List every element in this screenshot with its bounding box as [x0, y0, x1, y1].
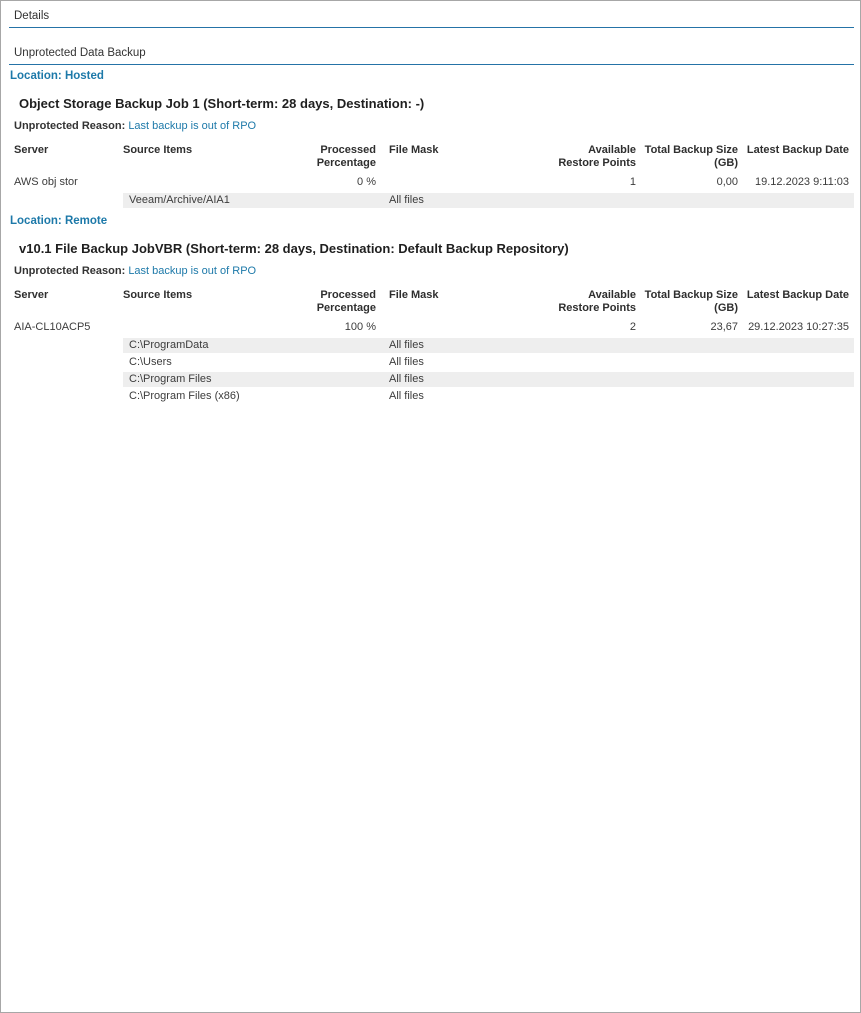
source-items-cell: [123, 175, 301, 190]
available-restore-points-value: 1: [556, 175, 636, 190]
server-name: AIA-CL10ACP5: [14, 320, 123, 335]
processed-percentage-value: 0 %: [301, 175, 376, 190]
unprotected-reason-row: Unprotected Reason: Last backup is out o…: [14, 120, 854, 132]
server-name: AWS obj stor: [14, 175, 123, 190]
table-row: AWS obj stor 0 % 1 0,00 19.12.2023 9:11:…: [14, 175, 854, 190]
list-item: Veeam/Archive/AIA1 All files: [123, 193, 854, 208]
table-row: AIA-CL10ACP5 100 % 2 23,67 29.12.2023 10…: [14, 320, 854, 335]
available-restore-points-value: 2: [556, 320, 636, 335]
latest-backup-date-value: 29.12.2023 10:27:35: [738, 320, 849, 335]
col-header-processed-percentage: Processed Percentage: [301, 289, 376, 315]
col-header-available-restore-points: Available Restore Points: [556, 144, 636, 170]
col-header-available-restore-points: Available Restore Points: [556, 289, 636, 315]
table-header-row: Server Source Items Processed Percentage…: [14, 144, 854, 170]
file-mask-value: All files: [389, 389, 854, 404]
col-header-server: Server: [14, 144, 123, 170]
col-header-latest-backup-date: Latest Backup Date: [738, 289, 849, 315]
col-header-file-mask: File Mask: [376, 289, 556, 315]
report-content: Details Unprotected Data Backup Location…: [1, 1, 860, 404]
list-item: C:\Users All files: [123, 355, 854, 370]
source-item-path: C:\Program Files (x86): [129, 389, 389, 404]
total-backup-size-value: 23,67: [636, 320, 738, 335]
file-mask-value: All files: [389, 193, 854, 208]
latest-backup-date-value: 19.12.2023 9:11:03: [738, 175, 849, 190]
file-mask-value: All files: [389, 355, 854, 370]
unprotected-reason-link[interactable]: Last backup is out of RPO: [128, 120, 256, 132]
list-item: C:\Program Files All files: [123, 372, 854, 387]
col-header-total-backup-size: Total Backup Size (GB): [636, 289, 738, 315]
unprotected-reason-row: Unprotected Reason: Last backup is out o…: [14, 265, 854, 277]
col-header-latest-backup-date: Latest Backup Date: [738, 144, 849, 170]
total-backup-size-value: 0,00: [636, 175, 738, 190]
col-header-source-items: Source Items: [123, 289, 301, 315]
unprotected-data-backup-section-title: Unprotected Data Backup: [9, 47, 854, 65]
details-section-title: Details: [9, 10, 854, 28]
source-item-path: Veeam/Archive/AIA1: [129, 193, 389, 208]
table-header-row: Server Source Items Processed Percentage…: [14, 289, 854, 315]
file-mask-value: All files: [389, 338, 854, 353]
col-header-server: Server: [14, 289, 123, 315]
file-mask-cell: [376, 175, 556, 190]
file-mask-cell: [376, 320, 556, 335]
source-item-path: C:\Users: [129, 355, 389, 370]
processed-percentage-value: 100 %: [301, 320, 376, 335]
unprotected-reason-label: Unprotected Reason:: [14, 120, 125, 132]
source-item-path: C:\ProgramData: [129, 338, 389, 353]
source-items-list: C:\ProgramData All files C:\Users All fi…: [123, 338, 854, 404]
list-item: C:\ProgramData All files: [123, 338, 854, 353]
list-item: C:\Program Files (x86) All files: [123, 389, 854, 404]
unprotected-reason-link[interactable]: Last backup is out of RPO: [128, 265, 256, 277]
report-details-page: Details Unprotected Data Backup Location…: [0, 0, 861, 1013]
col-header-source-items: Source Items: [123, 144, 301, 170]
col-header-file-mask: File Mask: [376, 144, 556, 170]
job-title-object-storage: Object Storage Backup Job 1 (Short-term:…: [19, 96, 854, 111]
source-item-path: C:\Program Files: [129, 372, 389, 387]
col-header-processed-percentage: Processed Percentage: [301, 144, 376, 170]
job-title-file-backup: v10.1 File Backup JobVBR (Short-term: 28…: [19, 241, 854, 256]
col-header-total-backup-size: Total Backup Size (GB): [636, 144, 738, 170]
location-remote-label: Location: Remote: [10, 215, 854, 227]
file-mask-value: All files: [389, 372, 854, 387]
source-items-cell: [123, 320, 301, 335]
location-hosted-label: Location: Hosted: [10, 70, 854, 82]
source-items-list: Veeam/Archive/AIA1 All files: [123, 193, 854, 208]
unprotected-reason-label: Unprotected Reason:: [14, 265, 125, 277]
